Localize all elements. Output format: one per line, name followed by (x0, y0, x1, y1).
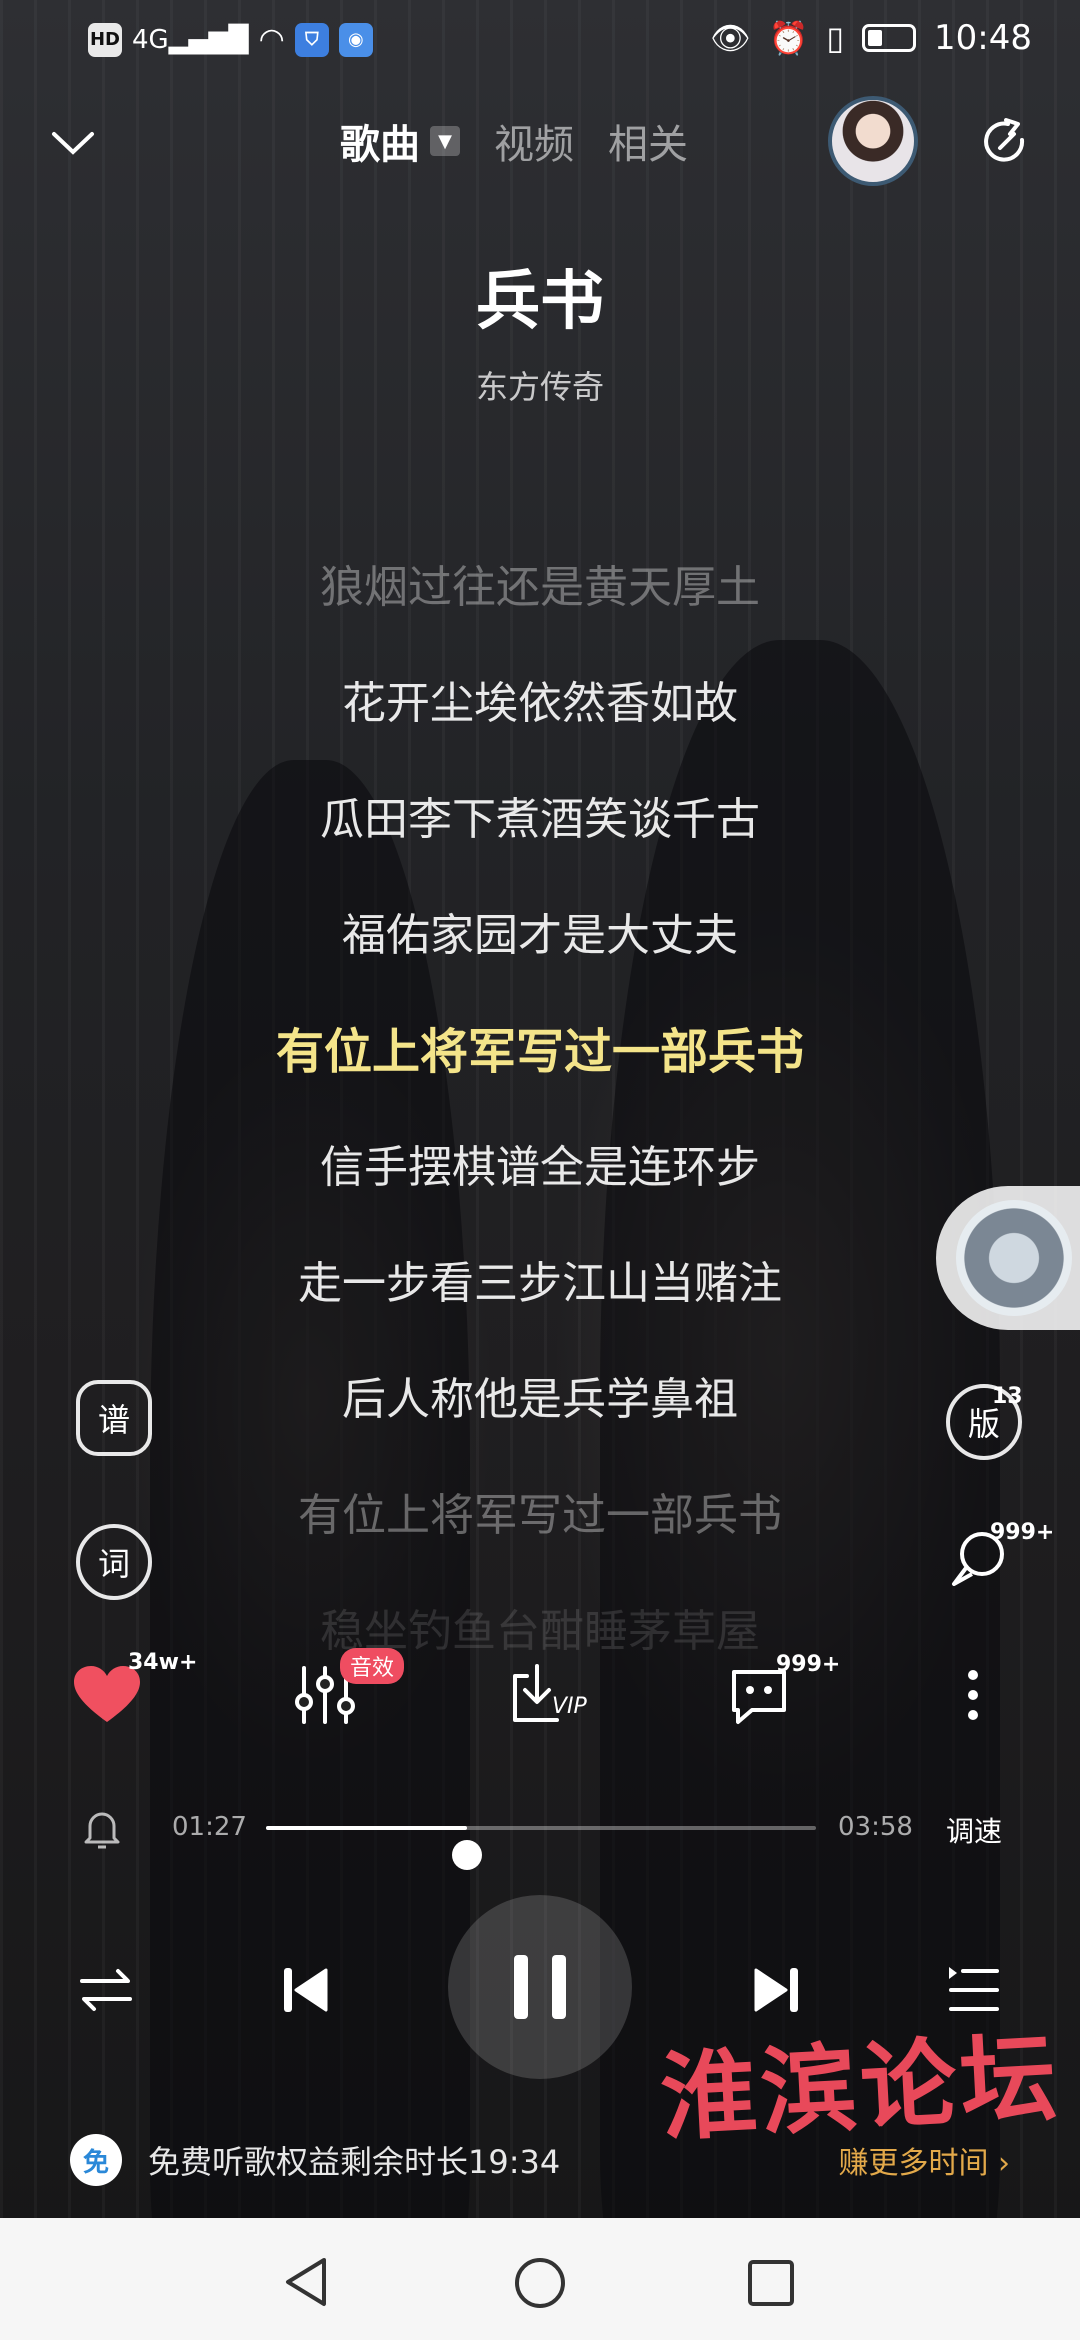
sheet-music-label: 谱 (97, 1401, 130, 1439)
lyric-line[interactable]: 后人称他是兵学鼻祖 (0, 1342, 1080, 1458)
comment-bubble-count: 999+ (990, 1520, 1055, 1545)
comments-count: 999+ (776, 1652, 841, 1677)
tab-song-label: 歌曲 (340, 122, 420, 168)
play-mode-button[interactable] (76, 1940, 136, 2040)
system-navigation-bar (0, 2218, 1080, 2340)
skip-previous-icon (284, 1968, 328, 2012)
caret-down-icon: ▼ (430, 126, 460, 156)
alarm-icon: ⏰ (768, 19, 809, 57)
signal-icon: 4G▂▄▆█ (132, 24, 249, 55)
free-listen-text: 免费听歌权益剩余时长19:34 (148, 2143, 561, 2181)
sheet-music-button[interactable]: 谱 (76, 1380, 152, 1456)
repeat-order-icon (80, 1969, 132, 2011)
lyric-line[interactable]: 信手摆棋谱全是连环步 (0, 1110, 1080, 1226)
elapsed-time: 01:27 (172, 1812, 247, 1842)
vibrate-icon: ▯ (826, 19, 845, 57)
tab-video[interactable]: 视频 (494, 112, 574, 170)
home-nav-button[interactable] (513, 2256, 567, 2314)
lyric-line[interactable]: 有位上将军写过一部兵书 (0, 1458, 1080, 1574)
lyric-line[interactable]: 瓜田李下煮酒笑谈千古 (0, 762, 1080, 878)
lyric-line[interactable]: 福佑家园才是大丈夫 (0, 878, 1080, 994)
album-thumbnail (956, 1200, 1072, 1316)
lyric-line-current[interactable]: 有位上将军写过一部兵书 (0, 994, 1080, 1110)
play-pause-button[interactable] (448, 1895, 632, 2079)
hd-icon: HD (88, 22, 122, 57)
free-listen-banner[interactable]: 免 免费听歌权益剩余时长19:34 赚更多时间 › (70, 2120, 1010, 2200)
status-time: 10:48 (934, 18, 1032, 58)
seek-bar[interactable] (266, 1826, 816, 1870)
like-count: 34w+ (128, 1650, 198, 1675)
back-nav-button[interactable] (282, 2256, 332, 2312)
share-icon (984, 118, 1025, 162)
lyrics-tool-label: 词 (97, 1545, 130, 1583)
bell-icon (84, 1812, 120, 1849)
artist-avatar[interactable] (828, 96, 918, 186)
tab-song[interactable]: 歌曲 ▼ (340, 112, 460, 170)
download-vip-label: VIP (552, 1694, 587, 1719)
battery-icon (862, 24, 917, 52)
globe-app-icon: ◉ (338, 22, 373, 57)
earn-more-time-label: 赚更多时间 (838, 2146, 989, 2181)
speed-button[interactable]: 调速 (946, 1810, 1002, 1850)
recents-square-icon (748, 2260, 794, 2306)
floating-disc-button[interactable] (936, 1186, 1080, 1330)
chevron-down-icon (52, 132, 94, 155)
seek-bar-progress (266, 1826, 467, 1830)
previous-button[interactable] (276, 1940, 336, 2040)
recents-nav-button[interactable] (746, 2258, 796, 2312)
lyrics-panel[interactable]: 狼烟过往还是黄天厚土 花开尘埃依然香如故 瓜田李下煮酒笑谈千古 福佑家园才是大丈… (0, 530, 1080, 1690)
song-artist[interactable]: 东方传奇 (0, 362, 1080, 408)
sleep-timer-button[interactable] (82, 1806, 122, 1854)
lyrics-tool-button[interactable]: 词 (76, 1524, 152, 1600)
seek-thumb[interactable] (451, 1840, 482, 1870)
sound-effect-badge: 音效 (340, 1648, 405, 1684)
lyric-line[interactable]: 花开尘埃依然香如故 (0, 646, 1080, 762)
status-bar: HD 4G▂▄▆█ ◠ ⛉ ◉ 👁 ⏰ ▯ 10:48 (0, 0, 1080, 80)
skip-next-icon (754, 1968, 798, 2012)
playback-progress: 01:27 03:58 调速 (0, 1800, 1080, 1870)
total-time: 03:58 (838, 1812, 913, 1842)
lyric-line[interactable]: 走一步看三步江山当赌注 (0, 1226, 1080, 1342)
pause-icon (514, 1955, 566, 2019)
free-badge-icon: 免 (70, 2134, 122, 2186)
more-button[interactable] (918, 1650, 1028, 1740)
content-tabs: 歌曲 ▼ 视频 相关 (340, 112, 688, 170)
home-circle-icon (515, 2258, 565, 2308)
eye-icon: 👁 (709, 19, 751, 57)
song-title: 兵书 (476, 265, 604, 339)
earn-more-time-link[interactable]: 赚更多时间 › (838, 2138, 1010, 2182)
version-count: 13 (992, 1384, 1023, 1409)
lyric-line[interactable]: 狼烟过往还是黄天厚土 (0, 530, 1080, 646)
shield-app-icon: ⛉ (294, 22, 329, 57)
tab-related[interactable]: 相关 (608, 112, 688, 170)
chevron-right-icon: › (998, 2146, 1010, 2181)
share-button[interactable] (978, 116, 1032, 174)
more-vertical-icon (968, 1670, 978, 1720)
collapse-button[interactable] (48, 118, 98, 172)
wifi-icon: ◠ (258, 22, 285, 57)
back-triangle-icon (286, 2258, 326, 2306)
